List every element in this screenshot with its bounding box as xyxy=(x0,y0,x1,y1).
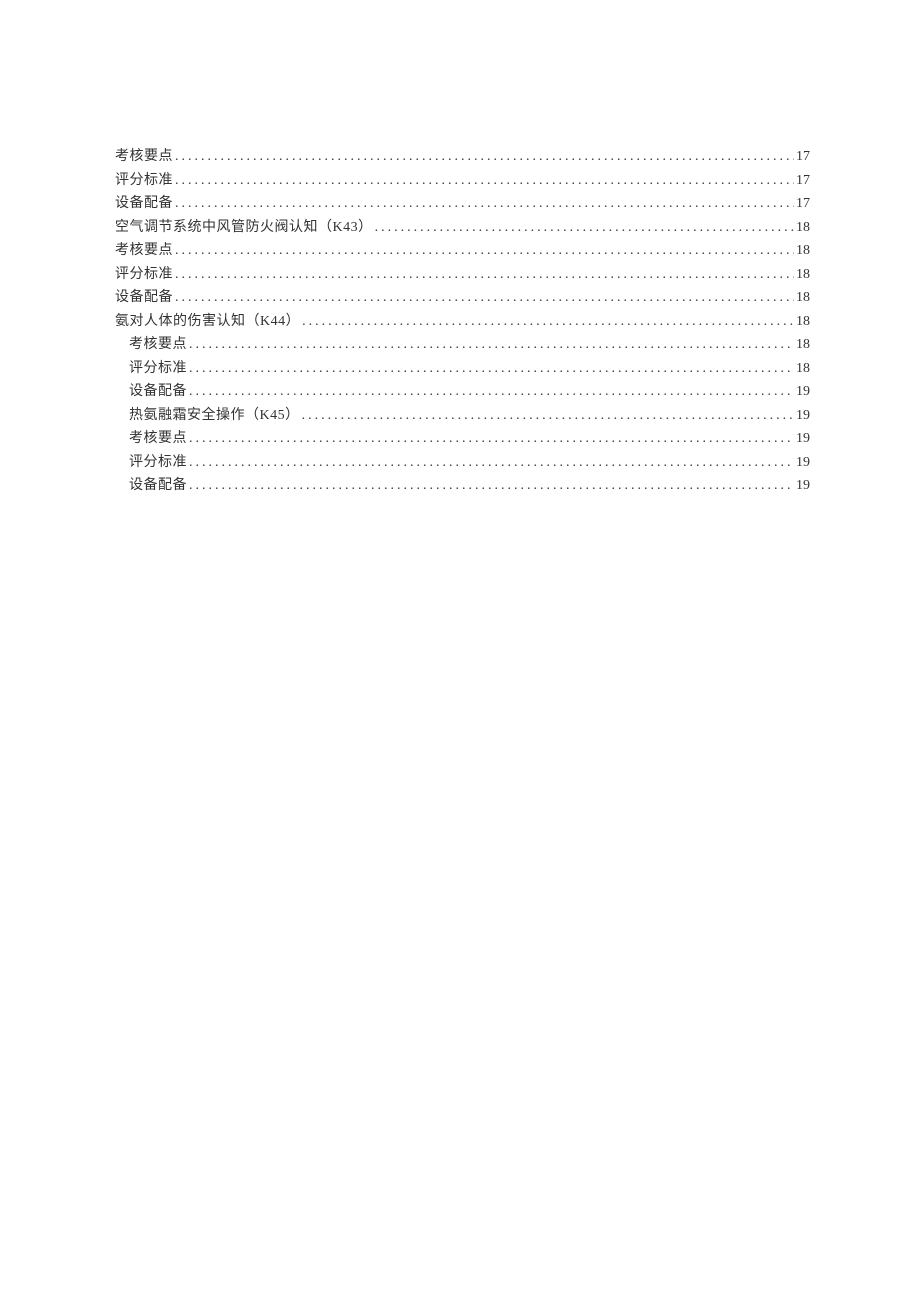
toc-entry-page: 17 xyxy=(796,192,810,216)
toc-row: 设备配备 19 xyxy=(115,380,810,404)
toc-entry-page: 17 xyxy=(796,145,810,169)
toc-leader-dots xyxy=(175,145,794,169)
toc-row: 考核要点 18 xyxy=(115,239,810,263)
toc-entry-page: 19 xyxy=(796,427,810,451)
toc-entry-page: 18 xyxy=(796,310,810,334)
toc-row: 考核要点 18 xyxy=(115,333,810,357)
toc-entry-title: 评分标准 xyxy=(129,451,187,475)
toc-row: 考核要点 19 xyxy=(115,427,810,451)
toc-leader-dots xyxy=(302,404,794,428)
toc-entry-page: 19 xyxy=(796,404,810,428)
toc-entry-title: 设备配备 xyxy=(129,380,187,404)
toc-entry-title: 设备配备 xyxy=(115,286,173,310)
toc-entry-title: 考核要点 xyxy=(129,333,187,357)
toc-leader-dots xyxy=(175,263,794,287)
toc-entry-page: 18 xyxy=(796,357,810,381)
toc-leader-dots xyxy=(189,333,794,357)
toc-leader-dots xyxy=(175,239,794,263)
toc-row: 评分标准 18 xyxy=(115,357,810,381)
toc-entry-title: 设备配备 xyxy=(115,192,173,216)
toc-entry-title: 评分标准 xyxy=(115,169,173,193)
toc-entry-page: 18 xyxy=(796,333,810,357)
toc-leader-dots xyxy=(175,286,794,310)
toc-entry-title: 评分标准 xyxy=(129,357,187,381)
toc-entry-page: 18 xyxy=(796,239,810,263)
toc-entry-title: 设备配备 xyxy=(129,474,187,498)
toc-leader-dots xyxy=(189,451,794,475)
toc-row: 热氨融霜安全操作（K45） 19 xyxy=(115,404,810,428)
toc-entry-title: 考核要点 xyxy=(115,145,173,169)
toc-row: 设备配备 19 xyxy=(115,474,810,498)
toc-entry-page: 19 xyxy=(796,380,810,404)
toc-leader-dots xyxy=(302,310,794,334)
toc-entry-title: 评分标准 xyxy=(115,263,173,287)
toc-entry-page: 18 xyxy=(796,263,810,287)
toc-row: 氨对人体的伤害认知（K44） 18 xyxy=(115,310,810,334)
toc-row: 设备配备 17 xyxy=(115,192,810,216)
toc-row: 设备配备 18 xyxy=(115,286,810,310)
toc-entry-title: 考核要点 xyxy=(115,239,173,263)
toc-leader-dots xyxy=(189,380,794,404)
toc-entry-title: 空气调节系统中风管防火阀认知（K43） xyxy=(115,216,373,240)
toc-entry-title: 热氨融霜安全操作（K45） xyxy=(129,404,300,428)
toc-leader-dots xyxy=(375,216,794,240)
toc-row: 考核要点 17 xyxy=(115,145,810,169)
toc-row: 评分标准 19 xyxy=(115,451,810,475)
toc-entry-page: 18 xyxy=(796,286,810,310)
toc-leader-dots xyxy=(175,192,794,216)
toc-leader-dots xyxy=(189,427,794,451)
toc-leader-dots xyxy=(175,169,794,193)
table-of-contents: 考核要点17评分标准17设备配备17空气调节系统中风管防火阀认知（K43）18考… xyxy=(115,145,810,498)
toc-leader-dots xyxy=(189,474,794,498)
toc-entry-page: 19 xyxy=(796,451,810,475)
toc-entry-page: 19 xyxy=(796,474,810,498)
toc-row: 评分标准 17 xyxy=(115,169,810,193)
toc-entry-page: 17 xyxy=(796,169,810,193)
toc-row: 空气调节系统中风管防火阀认知（K43） 18 xyxy=(115,216,810,240)
toc-entry-title: 氨对人体的伤害认知（K44） xyxy=(115,310,300,334)
toc-row: 评分标准 18 xyxy=(115,263,810,287)
toc-leader-dots xyxy=(189,357,794,381)
toc-entry-page: 18 xyxy=(796,216,810,240)
toc-entry-title: 考核要点 xyxy=(129,427,187,451)
